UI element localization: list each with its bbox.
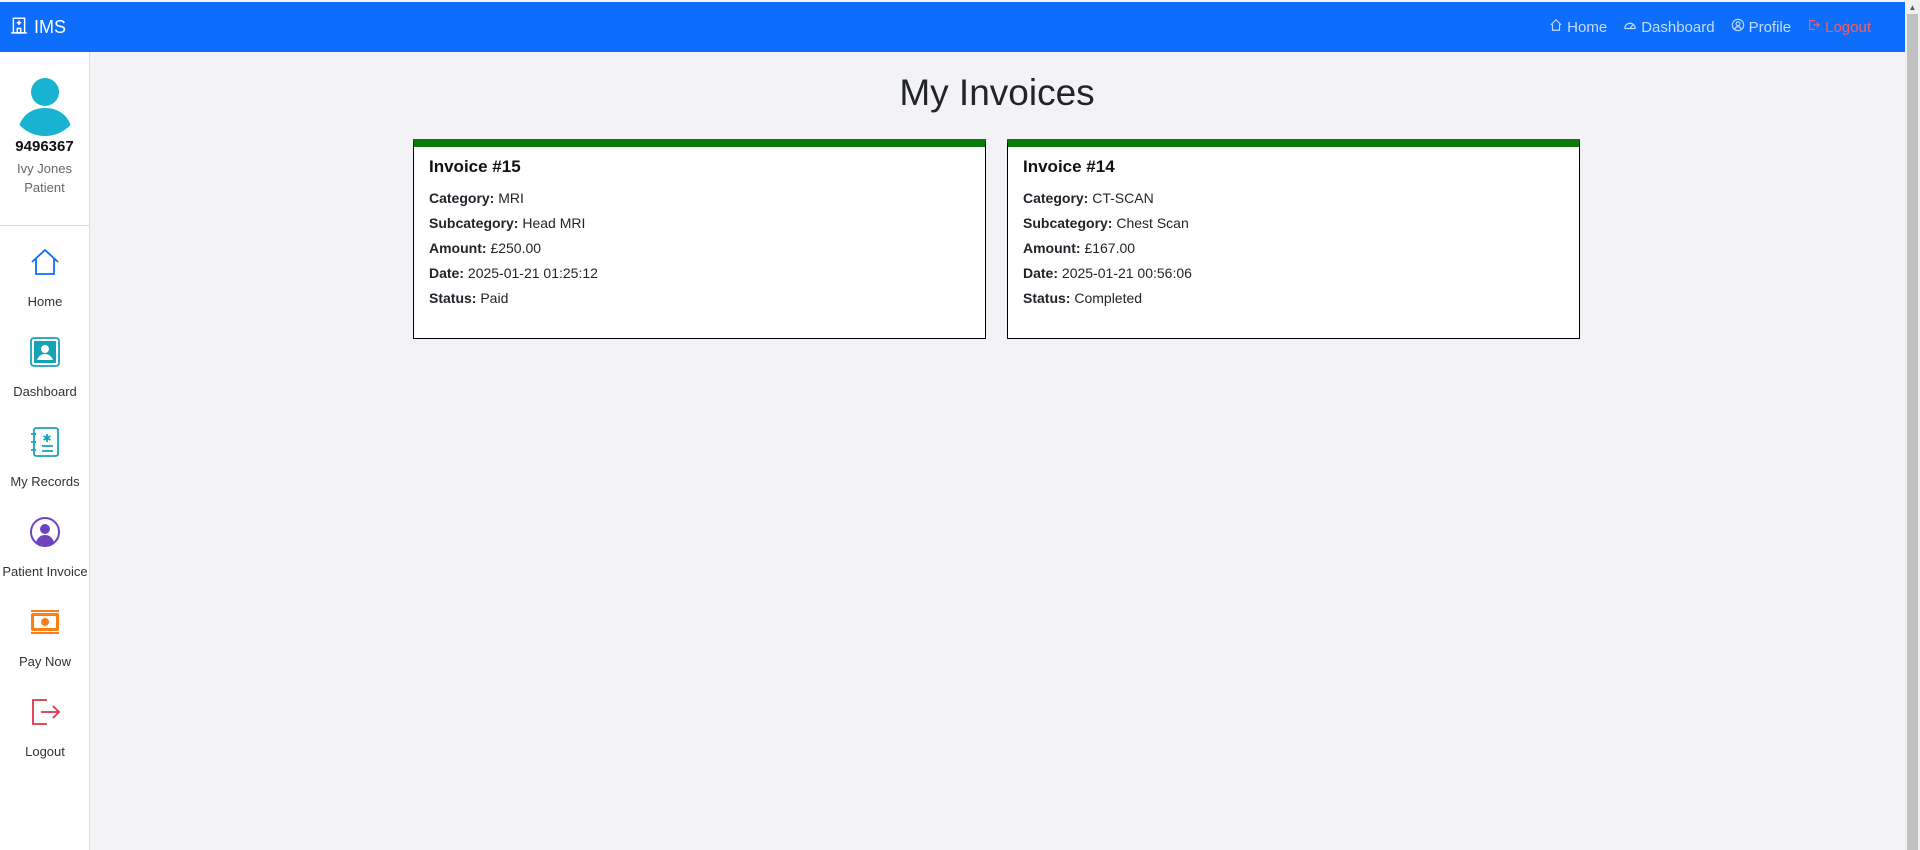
field-label: Subcategory: xyxy=(1023,215,1113,231)
invoice-category-row: Category: MRI xyxy=(429,186,970,211)
nav-profile-link[interactable]: Profile xyxy=(1731,18,1792,36)
speedometer-icon xyxy=(1623,18,1637,36)
sidebar: 9496367 Ivy Jones Patient Home Dashboard… xyxy=(0,52,90,850)
sidebar-item-label: Pay Now xyxy=(18,654,72,669)
main-content: My Invoices Invoice #15 Category: MRI Su… xyxy=(91,52,1905,850)
sidebar-item-label: My Records xyxy=(10,474,80,489)
field-label: Date: xyxy=(1023,265,1059,281)
profile-role: Patient xyxy=(24,180,65,195)
sidebar-item-patient-invoice[interactable]: Patient Invoice xyxy=(0,516,90,582)
invoice-amount-row: Amount: £250.00 xyxy=(429,236,970,261)
invoice-status-row: Status: Completed xyxy=(1023,286,1564,311)
nav-dashboard-label: Dashboard xyxy=(1641,18,1715,36)
invoice-category: MRI xyxy=(498,190,524,206)
invoice-subcategory: Chest Scan xyxy=(1116,215,1189,231)
invoice-status-row: Status: Paid xyxy=(429,286,970,311)
nav-logout-label: Logout xyxy=(1825,18,1871,36)
invoice-category: CT-SCAN xyxy=(1092,190,1154,206)
sidebar-item-label: Dashboard xyxy=(13,384,77,399)
nav-home-link[interactable]: Home xyxy=(1549,18,1607,36)
sidebar-item-my-records[interactable]: My Records xyxy=(0,426,90,492)
invoice-card: Invoice #14 Category: CT-SCAN Subcategor… xyxy=(1007,139,1580,339)
invoice-title: Invoice #14 xyxy=(1023,157,1115,176)
logout-icon xyxy=(1807,18,1821,36)
sidebar-item-dashboard[interactable]: Dashboard xyxy=(0,336,90,402)
scroll-up-icon[interactable]: ▲ xyxy=(1905,0,1920,14)
invoice-amount-row: Amount: £167.00 xyxy=(1023,236,1564,261)
field-label: Date: xyxy=(429,265,465,281)
person-circle-icon xyxy=(1731,18,1745,36)
invoice-card: Invoice #15 Category: MRI Subcategory: H… xyxy=(413,139,986,339)
field-label: Category: xyxy=(429,190,495,206)
vertical-scrollbar[interactable]: ▲ xyxy=(1905,0,1920,850)
profile-panel: 9496367 Ivy Jones Patient xyxy=(0,52,89,226)
top-navbar: IMS Home Dashboard Profile Logout xyxy=(0,2,1905,52)
nav-profile-label: Profile xyxy=(1748,18,1792,36)
invoice-date-row: Date: 2025-01-21 01:25:12 xyxy=(429,261,970,286)
sidebar-item-label: Logout xyxy=(25,744,65,759)
invoice-category-row: Category: CT-SCAN xyxy=(1023,186,1564,211)
invoice-title: Invoice #15 xyxy=(429,157,521,176)
invoice-status: Paid xyxy=(480,290,509,306)
records-icon xyxy=(29,426,61,463)
person-circle-icon xyxy=(29,516,61,553)
sidebar-item-pay-now[interactable]: Pay Now xyxy=(0,606,90,672)
nav-home-label: Home xyxy=(1567,18,1608,36)
profile-id: 9496367 xyxy=(15,138,74,155)
sidebar-item-label: Patient Invoice xyxy=(2,564,88,579)
hospital-icon xyxy=(10,16,28,39)
invoice-status: Completed xyxy=(1074,290,1143,306)
brand-name: IMS xyxy=(34,16,67,37)
logout-icon xyxy=(29,696,61,733)
nav-dashboard-link[interactable]: Dashboard xyxy=(1623,18,1715,36)
sidebar-item-home[interactable]: Home xyxy=(0,246,90,312)
scrollbar-thumb[interactable] xyxy=(1907,14,1918,850)
invoice-date: 2025-01-21 01:25:12 xyxy=(467,265,598,281)
invoice-subcategory: Head MRI xyxy=(522,215,586,231)
field-label: Amount: xyxy=(1023,240,1081,256)
profile-name: Ivy Jones xyxy=(17,161,72,176)
nav-links: Home Dashboard Profile Logout xyxy=(1549,18,1895,36)
field-label: Status: xyxy=(429,290,477,306)
cash-icon xyxy=(29,606,61,643)
home-icon xyxy=(1549,18,1563,36)
user-card-icon xyxy=(29,336,61,373)
field-label: Category: xyxy=(1023,190,1089,206)
avatar xyxy=(9,66,80,136)
sidebar-item-logout[interactable]: Logout xyxy=(0,696,90,762)
invoice-subcategory-row: Subcategory: Chest Scan xyxy=(1023,211,1564,236)
brand[interactable]: IMS xyxy=(10,16,66,39)
sidebar-item-label: Home xyxy=(27,294,63,309)
invoice-date-row: Date: 2025-01-21 00:56:06 xyxy=(1023,261,1564,286)
invoice-date: 2025-01-21 00:56:06 xyxy=(1061,265,1192,281)
field-label: Amount: xyxy=(429,240,487,256)
invoice-subcategory-row: Subcategory: Head MRI xyxy=(429,211,970,236)
home-icon xyxy=(29,246,61,283)
nav-logout-link[interactable]: Logout xyxy=(1807,18,1871,36)
page-title: My Invoices xyxy=(899,72,1095,113)
invoice-amount: £250.00 xyxy=(490,240,542,256)
field-label: Status: xyxy=(1023,290,1071,306)
invoice-amount: £167.00 xyxy=(1084,240,1136,256)
field-label: Subcategory: xyxy=(429,215,519,231)
